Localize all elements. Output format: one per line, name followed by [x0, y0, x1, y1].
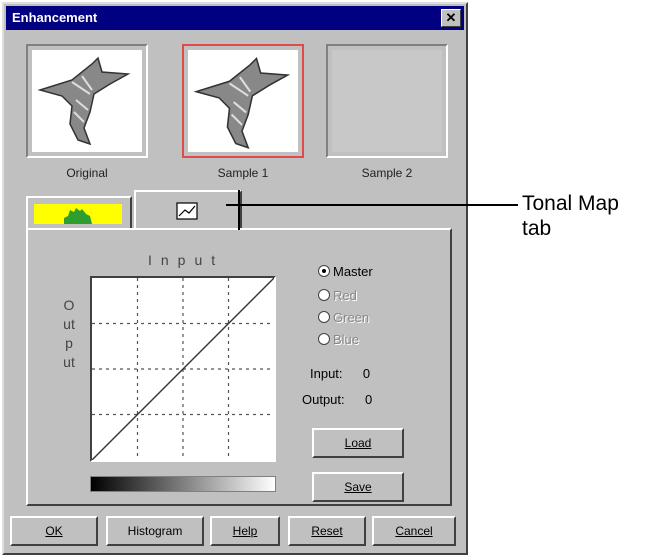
bird-sculpture-image — [193, 56, 291, 149]
cancel-button-label: Cancel — [395, 524, 433, 538]
tonal-map-callout: Tonal Map tab — [522, 191, 619, 241]
tonal-curve-plot — [91, 277, 275, 461]
output-axis-label: Output — [63, 297, 75, 370]
output-readout-value: 0 — [365, 392, 373, 407]
sample-1-image — [188, 50, 298, 152]
reset-button-label: Reset — [311, 524, 343, 538]
callout-tick — [238, 190, 240, 230]
save-button[interactable]: Save — [312, 472, 404, 502]
original-image — [32, 50, 142, 152]
grayscale-gradient-bar — [90, 476, 276, 492]
help-button-label: Help — [232, 524, 258, 538]
output-readout: Output: 0 — [302, 392, 372, 407]
input-readout-value: 0 — [362, 366, 371, 381]
callout-line-1: Tonal Map — [522, 192, 619, 215]
ok-button-label: OK — [45, 524, 63, 538]
histogram-button-label: Histogram — [127, 524, 183, 538]
radio-red[interactable]: Red — [318, 288, 357, 303]
radio-master[interactable]: Master — [318, 264, 373, 279]
save-button-label: Save — [344, 480, 372, 494]
thumbnail-sample-2[interactable] — [326, 44, 448, 158]
label-original: Original — [66, 166, 108, 180]
input-readout: Input: 0 — [310, 366, 370, 381]
tab-histogram[interactable] — [26, 196, 132, 230]
output-readout-label: Output: — [302, 392, 345, 407]
histogram-button[interactable]: Histogram — [106, 516, 204, 546]
radio-dot-icon — [318, 265, 330, 277]
radio-dot-icon — [318, 289, 330, 301]
tonal-map-icon — [176, 202, 198, 220]
radio-green-label: Green — [333, 310, 370, 325]
label-sample-1: Sample 1 — [217, 166, 269, 180]
radio-dot-icon — [318, 311, 330, 323]
thumbnail-original[interactable] — [26, 44, 148, 158]
bird-sculpture-image — [37, 56, 131, 146]
tab-tonal-map[interactable] — [134, 190, 242, 230]
window-title: Enhancement — [12, 10, 98, 25]
title-bar: Enhancement ✕ — [6, 6, 464, 30]
reset-button[interactable]: Reset — [288, 516, 366, 546]
thumbnail-sample-1[interactable] — [182, 44, 304, 158]
ok-button[interactable]: OK — [10, 516, 98, 546]
input-axis-label: Input — [148, 252, 225, 268]
load-button-label: Load — [344, 436, 372, 450]
callout-leader-line — [226, 204, 518, 206]
radio-red-label: Red — [333, 288, 357, 303]
sample-2-image — [332, 50, 442, 152]
cancel-button[interactable]: Cancel — [372, 516, 456, 546]
radio-blue-label: Blue — [333, 332, 360, 347]
radio-master-label: Master — [333, 264, 373, 279]
load-button[interactable]: Load — [312, 428, 404, 458]
close-button[interactable]: ✕ — [441, 9, 461, 27]
label-sample-2: Sample 2 — [361, 166, 413, 180]
radio-dot-icon — [318, 333, 330, 345]
radio-blue[interactable]: Blue — [318, 332, 359, 347]
histogram-icon — [64, 208, 92, 224]
radio-green[interactable]: Green — [318, 310, 369, 325]
callout-line-2: tab — [522, 217, 552, 240]
input-readout-label: Input: — [310, 366, 343, 381]
tonal-curve-graph[interactable] — [90, 276, 276, 462]
help-button[interactable]: Help — [210, 516, 280, 546]
